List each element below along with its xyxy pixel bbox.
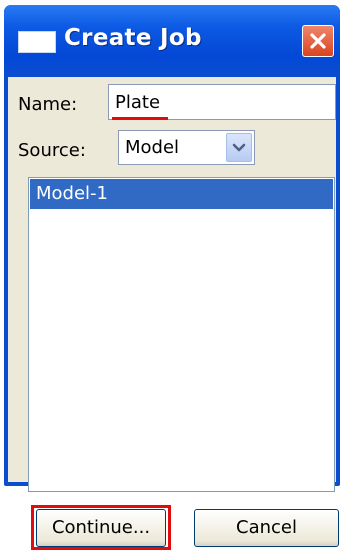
- window-icon: [18, 31, 56, 53]
- name-highlight-underline: [112, 117, 168, 120]
- continue-button[interactable]: Continue...: [36, 509, 166, 547]
- source-select[interactable]: Model: [118, 130, 255, 165]
- cancel-button[interactable]: Cancel: [194, 509, 339, 547]
- model-list[interactable]: Model-1: [28, 177, 335, 492]
- name-input[interactable]: Plate: [108, 84, 336, 120]
- source-selected-value: Model: [125, 137, 180, 158]
- create-job-dialog: Create Job Name: Plate Source: Model Mod…: [4, 5, 340, 550]
- name-label: Name:: [18, 94, 78, 115]
- title-bar[interactable]: Create Job: [4, 5, 340, 77]
- dialog-title: Create Job: [64, 25, 202, 51]
- source-label: Source:: [18, 140, 86, 161]
- close-x-icon: [310, 33, 326, 49]
- source-dropdown-button[interactable]: [226, 133, 252, 162]
- chevron-down-icon: [232, 143, 246, 151]
- list-item-model-1[interactable]: Model-1: [30, 179, 333, 209]
- dialog-body: Name: Plate Source: Model Model-1 Contin…: [8, 77, 339, 550]
- close-button[interactable]: [302, 25, 334, 57]
